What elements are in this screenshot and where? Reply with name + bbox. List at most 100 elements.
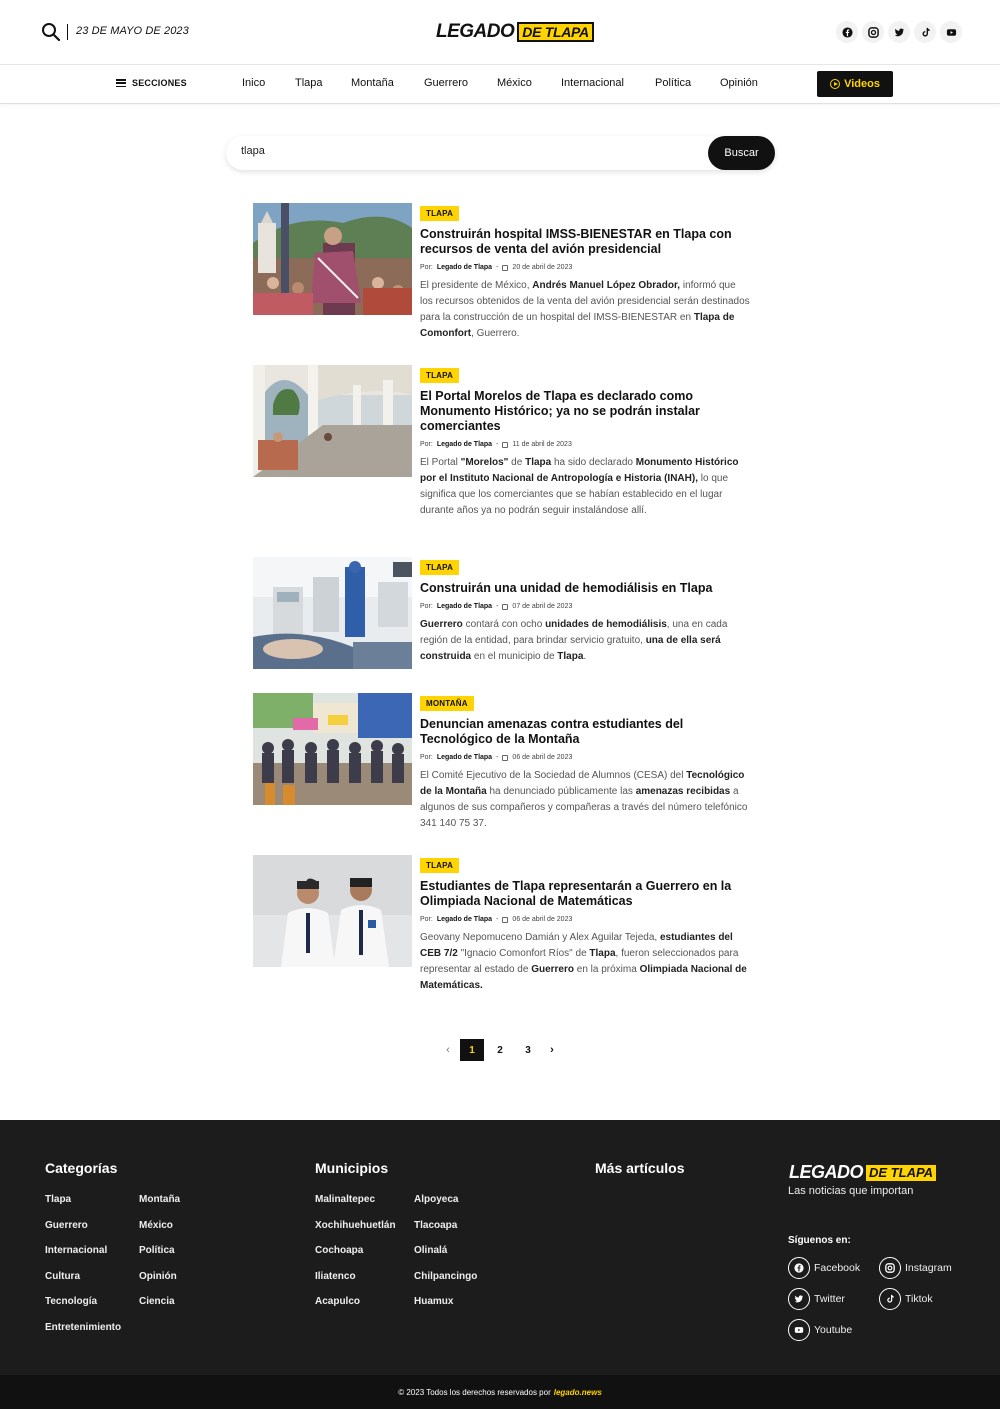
article-thumbnail[interactable]	[253, 693, 412, 805]
footer-category-link[interactable]: México	[139, 1220, 173, 1231]
copyright-site-link[interactable]: legado.news	[554, 1388, 602, 1397]
hamburger-icon	[116, 79, 126, 87]
meta-separator: -	[496, 264, 499, 271]
category-badge[interactable]: TLAPA	[420, 368, 460, 383]
pagination-prev-chevron-icon[interactable]: ‹	[440, 1039, 456, 1061]
footer-municipio-link[interactable]: Cochoapa	[315, 1245, 363, 1256]
pagination-page[interactable]: 2	[488, 1039, 512, 1061]
footer-municipio-link[interactable]: Chilpancingo	[414, 1271, 477, 1282]
pagination-page[interactable]: 1	[460, 1039, 484, 1061]
pagination-next-chevron-icon[interactable]: ›	[544, 1039, 560, 1061]
calendar-icon	[502, 603, 509, 610]
meta-separator: -	[496, 754, 499, 761]
article-date: 20 de abril de 2023	[512, 264, 573, 271]
author-name[interactable]: Legado de Tlapa	[437, 603, 492, 610]
footer-municipio-link[interactable]: Acapulco	[315, 1296, 360, 1307]
nav-item-guerrero[interactable]: Guerrero	[424, 77, 468, 89]
footer-youtube-link[interactable]: Youtube	[788, 1319, 852, 1341]
search-icon[interactable]	[41, 22, 61, 42]
article-title[interactable]: Construirán una unidad de hemodiálisis e…	[420, 581, 750, 596]
secciones-label: SECCIONES	[132, 78, 187, 88]
footer-facebook-link[interactable]: Facebook	[788, 1257, 860, 1279]
secciones-menu-button[interactable]: SECCIONES	[116, 78, 187, 88]
article-title[interactable]: Construirán hospital IMSS-BIENESTAR en T…	[420, 227, 750, 257]
footer-municipio-link[interactable]: Huamux	[414, 1296, 453, 1307]
article-title[interactable]: El Portal Morelos de Tlapa es declarado …	[420, 389, 750, 434]
main-navigation: SECCIONES Inico Tlapa Montaña Guerrero M…	[0, 65, 1000, 104]
author-prefix: Por:	[420, 441, 433, 448]
article-date: 06 de abril de 2023	[512, 754, 573, 761]
category-badge[interactable]: MONTAÑA	[420, 696, 474, 711]
footer-category-link[interactable]: Opinión	[139, 1271, 177, 1282]
author-name[interactable]: Legado de Tlapa	[437, 754, 492, 761]
meta-separator: -	[496, 603, 499, 610]
author-prefix: Por:	[420, 603, 433, 610]
nav-item-politica[interactable]: Política	[655, 77, 691, 89]
youtube-icon	[788, 1319, 810, 1341]
twitter-icon[interactable]	[888, 21, 910, 43]
article-excerpt: El Portal "Morelos" de Tlapa ha sido dec…	[420, 457, 739, 516]
site-logo[interactable]: LEGADO DE TLAPA	[436, 20, 594, 44]
nav-item-tlapa[interactable]: Tlapa	[295, 77, 323, 89]
photo-president-speech	[253, 203, 412, 315]
article-meta: Por: Legado de Tlapa - 11 de abril de 20…	[420, 441, 750, 448]
footer-instagram-link[interactable]: Instagram	[879, 1257, 952, 1279]
author-name[interactable]: Legado de Tlapa	[437, 264, 492, 271]
footer-municipio-link[interactable]: Tlacoapa	[414, 1220, 457, 1231]
article-thumbnail[interactable]	[253, 557, 412, 669]
footer-category-link[interactable]: Ciencia	[139, 1296, 175, 1307]
search-input[interactable]	[241, 145, 641, 157]
category-badge[interactable]: TLAPA	[420, 206, 460, 221]
photo-math-students	[253, 855, 412, 967]
instagram-icon[interactable]	[862, 21, 884, 43]
photo-hemodialysis	[253, 557, 412, 669]
article-thumbnail[interactable]	[253, 365, 412, 477]
footer-category-link[interactable]: Tecnología	[45, 1296, 97, 1307]
tiktok-icon	[879, 1288, 901, 1310]
nav-item-opinion[interactable]: Opinión	[720, 77, 758, 89]
youtube-icon[interactable]	[940, 21, 962, 43]
article-meta: Por: Legado de Tlapa - 20 de abril de 20…	[420, 264, 750, 271]
footer-category-link[interactable]: Cultura	[45, 1271, 80, 1282]
footer-logo[interactable]: LEGADO DE TLAPA	[789, 1162, 937, 1183]
category-badge[interactable]: TLAPA	[420, 858, 460, 873]
logo-text-legado: LEGADO	[436, 21, 515, 42]
footer-municipio-link[interactable]: Xochihuehuetlán	[315, 1220, 396, 1231]
article-date: 11 de abril de 2023	[512, 441, 572, 448]
facebook-icon[interactable]	[836, 21, 858, 43]
article-title[interactable]: Estudiantes de Tlapa representarán a Gue…	[420, 879, 750, 909]
author-name[interactable]: Legado de Tlapa	[437, 916, 492, 923]
videos-button[interactable]: Videos	[817, 71, 893, 97]
footer-municipio-link[interactable]: Olinalá	[414, 1245, 447, 1256]
article-title[interactable]: Denuncian amenazas contra estudiantes de…	[420, 717, 750, 747]
article-thumbnail[interactable]	[253, 855, 412, 967]
top-header: 23 DE MAYO DE 2023 LEGADO DE TLAPA	[0, 0, 1000, 65]
footer-municipio-link[interactable]: Malinaltepec	[315, 1194, 375, 1205]
photo-portal-morelos	[253, 365, 412, 477]
nav-item-internacional[interactable]: Internacional	[561, 77, 624, 89]
footer-tiktok-link[interactable]: Tiktok	[879, 1288, 933, 1310]
footer-municipio-link[interactable]: Alpoyeca	[414, 1194, 458, 1205]
footer-category-link[interactable]: Entretenimiento	[45, 1322, 121, 1333]
footer-twitter-link[interactable]: Twitter	[788, 1288, 845, 1310]
footer-category-link[interactable]: Política	[139, 1245, 175, 1256]
footer-category-link[interactable]: Tlapa	[45, 1194, 71, 1205]
buscar-button[interactable]: Buscar	[708, 136, 775, 170]
footer-category-link[interactable]: Montaña	[139, 1194, 180, 1205]
facebook-icon	[788, 1257, 810, 1279]
article-meta: Por: Legado de Tlapa - 07 de abril de 20…	[420, 603, 750, 610]
nav-item-inicio[interactable]: Inico	[242, 77, 265, 89]
author-name[interactable]: Legado de Tlapa	[437, 441, 492, 448]
footer-category-link[interactable]: Guerrero	[45, 1220, 88, 1231]
play-circle-icon	[830, 79, 841, 89]
nav-item-mexico[interactable]: México	[497, 77, 532, 89]
tiktok-icon[interactable]	[914, 21, 936, 43]
article-thumbnail[interactable]	[253, 203, 412, 315]
logo-text-de-tlapa: DE TLAPA	[517, 22, 594, 42]
pagination-page[interactable]: 3	[516, 1039, 540, 1061]
footer-category-link[interactable]: Internacional	[45, 1245, 107, 1256]
nav-item-montana[interactable]: Montaña	[351, 77, 394, 89]
category-badge[interactable]: TLAPA	[420, 560, 460, 575]
calendar-icon	[502, 754, 509, 761]
footer-municipio-link[interactable]: Iliatenco	[315, 1271, 356, 1282]
